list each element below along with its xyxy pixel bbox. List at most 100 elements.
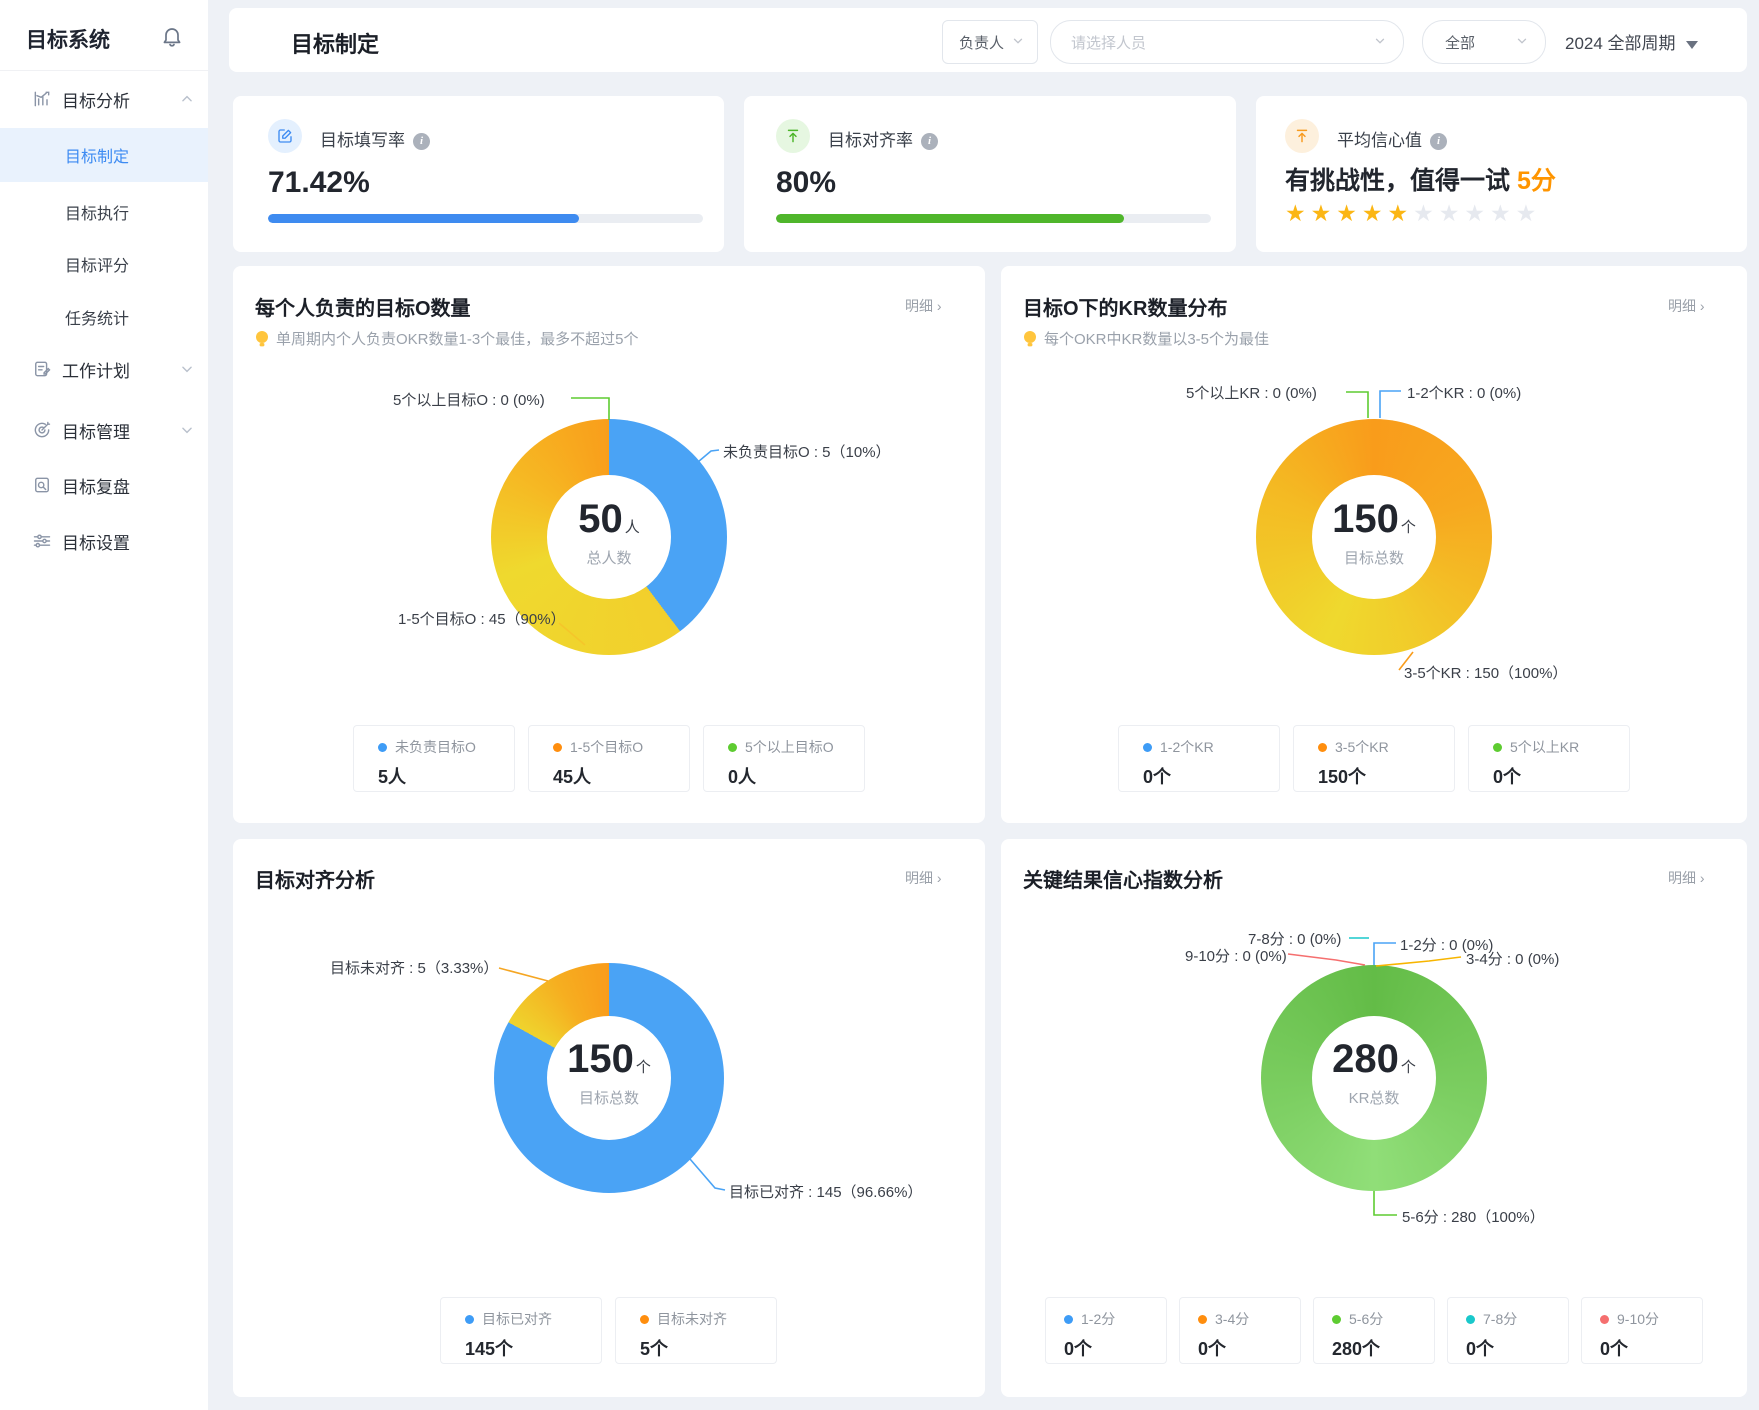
kpi-card-align-rate: 目标对齐率i 80% [744,96,1236,252]
sidebar-item-label: 目标复盘 [62,473,130,498]
legend-item: 7-8分 0个 [1447,1297,1569,1364]
sidebar-item-goal-scoring[interactable]: 目标评分 [0,238,208,290]
chevron-down-icon [1373,34,1387,48]
sidebar-item-goal-settings[interactable]: 目标设置 [0,518,208,564]
donut-center-caption: KR总数 [1261,1087,1487,1108]
legend-value: 45人 [553,763,689,789]
chevron-down-icon [180,362,194,376]
period-value: 2024 全部周期 [1565,34,1676,53]
document-edit-icon [32,359,52,379]
star-icon: ★ [1464,200,1490,226]
kpi-card-confidence: 平均信心值i 有挑战性，值得一试 5分 ★★★★★★★★★★ [1256,96,1747,252]
legend-item: 9-10分 0个 [1581,1297,1703,1364]
detail-link[interactable]: 明细 › [905,868,942,888]
legend-dot [1198,1315,1207,1324]
star-rating: ★★★★★★★★★★ [1285,200,1541,227]
sidebar-item-analysis[interactable]: 目标分析 [0,76,208,122]
donut-center-value: 150个 [1256,497,1492,542]
legend-value: 150个 [1318,763,1454,789]
sidebar-item-label: 工作计划 [62,357,130,382]
sidebar-item-label: 目标制定 [65,143,129,167]
donut-center-caption: 总人数 [491,547,727,568]
callout-label: 目标未对齐 : 5（3.33%） [330,957,498,978]
legend-item: 1-2个KR 0个 [1118,725,1280,792]
legend-item: 3-5个KR 150个 [1293,725,1455,792]
legend-item: 5个以上目标O 0人 [703,725,865,792]
sidebar-item-goal-setting[interactable]: 目标制定 [0,128,208,182]
legend-value: 145个 [465,1335,601,1361]
legend-value: 5人 [378,763,514,789]
legend-label: 9-10分 [1617,1311,1659,1327]
legend-dot [1600,1315,1609,1324]
legend-item: 5-6分 280个 [1313,1297,1435,1364]
scope-filter-select[interactable]: 全部 [1422,20,1546,64]
star-icon: ★ [1362,200,1388,226]
legend-value: 0个 [1600,1335,1702,1361]
kpi-label: 平均信心值i [1337,126,1447,151]
callout-label: 3-5个KR : 150（100%） [1404,662,1567,683]
donut-chart: 280个 KR总数 [1261,965,1487,1191]
callout-label: 目标已对齐 : 145（96.66%） [729,1181,922,1202]
legend-value: 280个 [1332,1335,1434,1361]
sidebar-item-work-plan[interactable]: 工作计划 [0,346,208,392]
info-icon[interactable]: i [921,133,938,150]
legend-item: 目标未对齐 5个 [615,1297,777,1364]
detail-link[interactable]: 明细 › [905,296,942,316]
sidebar-item-label: 目标执行 [65,200,129,224]
donut-chart: 150个 目标总数 [1256,419,1492,655]
legend-value: 0个 [1466,1335,1568,1361]
info-icon[interactable]: i [1430,133,1447,150]
progress-fill [268,214,579,223]
sidebar-item-goal-review[interactable]: 目标复盘 [0,462,208,508]
info-icon[interactable]: i [413,133,430,150]
legend-dot [1493,743,1502,752]
donut-center-value: 50人 [491,497,727,542]
okr-dashboard: 目标系统 目标分析 目标制定 目标执行 目标评分 [0,0,1759,1410]
chevron-down-icon [1011,34,1025,48]
chart-title: 目标O下的KR数量分布 [1023,292,1227,321]
sidebar-item-goal-manage[interactable]: 目标管理 [0,407,208,453]
progress-track [268,214,703,223]
legend-item: 目标已对齐 145个 [440,1297,602,1364]
kpi-card-fill-rate: 目标填写率i 71.42% [233,96,724,252]
legend-dot [1332,1315,1341,1324]
chart-title: 关键结果信心指数分析 [1023,864,1223,893]
legend-dot [553,743,562,752]
callout-label: 3-4分 : 0 (0%) [1466,948,1559,969]
owner-filter-select[interactable]: 负责人 [942,20,1038,64]
legend-value: 5个 [640,1335,776,1361]
legend-label: 5-6分 [1349,1311,1383,1327]
legend-dot [1318,743,1327,752]
scope-filter-value: 全部 [1423,32,1475,53]
legend-label: 目标已对齐 [482,1311,552,1327]
sidebar-item-goal-execution[interactable]: 目标执行 [0,186,208,238]
confidence-text: 有挑战性，值得一试 5分 [1285,161,1556,197]
callout-label: 1-5个目标O : 45（90%） [398,608,566,629]
donut-center-value: 280个 [1261,1037,1487,1082]
caret-down-icon [1686,41,1698,49]
detail-link[interactable]: 明细 › [1668,296,1705,316]
period-selector[interactable]: 2024 全部周期 [1565,29,1698,54]
notification-bell-icon[interactable] [160,24,184,48]
star-icon: ★ [1516,200,1542,226]
person-select-placeholder: 请选择人员 [1051,32,1146,53]
progress-track [776,214,1211,223]
person-select[interactable]: 请选择人员 [1050,20,1404,64]
donut-center-caption: 目标总数 [494,1087,724,1108]
legend-item: 1-5个目标O 45人 [528,725,690,792]
legend-dot [640,1315,649,1324]
donut-chart: 150个 目标总数 [494,963,724,1193]
detail-link[interactable]: 明细 › [1668,868,1705,888]
legend-label: 1-5个目标O [570,739,643,755]
sidebar: 目标系统 目标分析 目标制定 目标执行 目标评分 [0,0,208,1410]
page-title: 目标制定 [291,27,379,59]
callout-label: 7-8分 : 0 (0%) [1248,928,1341,949]
legend-dot [378,743,387,752]
legend-dot [465,1315,474,1324]
legend-item: 5个以上KR 0个 [1468,725,1630,792]
sidebar-item-task-stats[interactable]: 任务统计 [0,291,208,343]
chart-title: 每个人负责的目标O数量 [255,292,471,321]
legend-dot [1466,1315,1475,1324]
legend-label: 1-2分 [1081,1311,1115,1327]
confidence-score: 5分 [1517,167,1556,195]
